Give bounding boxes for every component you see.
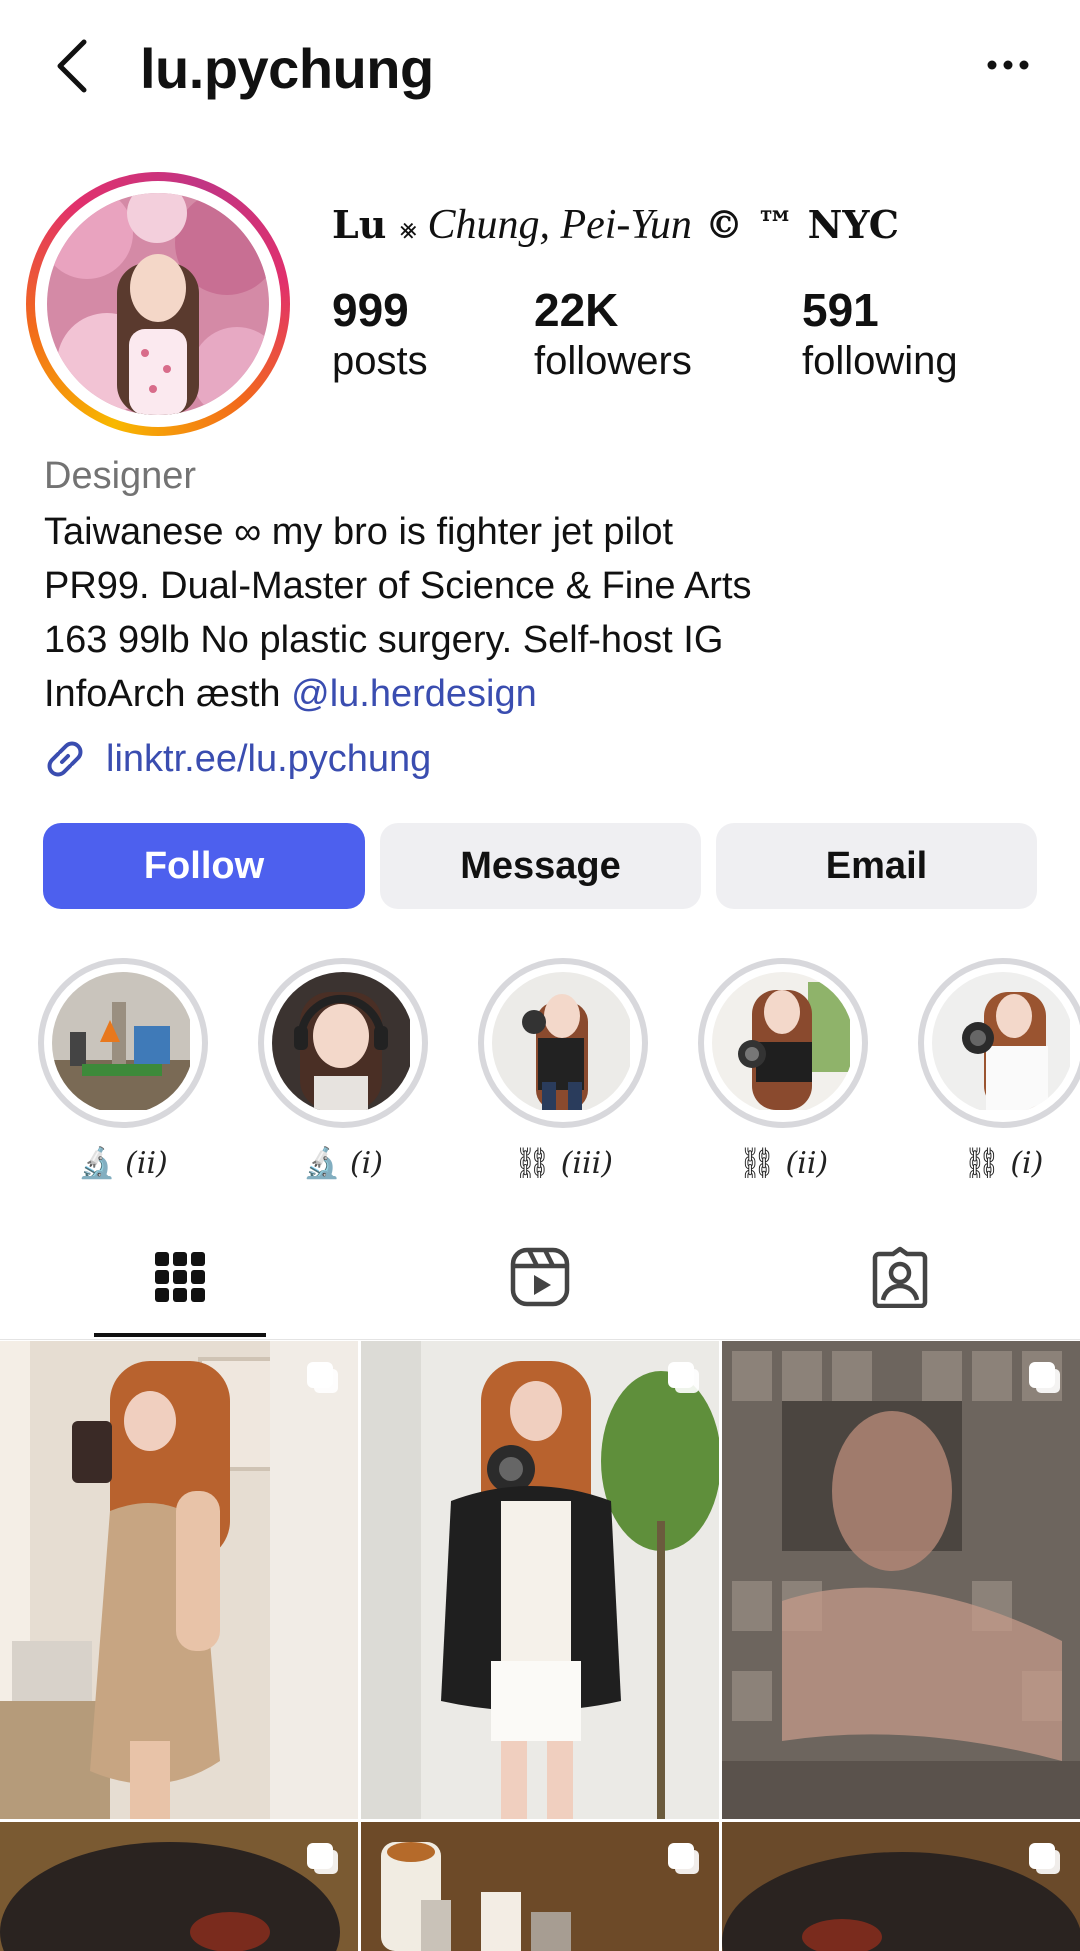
posts-label: posts bbox=[332, 339, 428, 383]
story-highlight[interactable]: 🔬 (i) bbox=[258, 958, 428, 1184]
carousel-icon bbox=[1029, 1362, 1060, 1393]
story-highlight[interactable]: ⛓ (ii) bbox=[698, 958, 868, 1184]
highlight-label: 🔬 (ii) bbox=[38, 1144, 208, 1184]
chains-icon: ⛓ bbox=[513, 1146, 552, 1181]
follow-button[interactable]: Follow bbox=[43, 823, 365, 909]
display-name-part: ⨳ bbox=[399, 212, 417, 245]
posts-count: 999 bbox=[332, 284, 409, 336]
highlight-cover bbox=[52, 972, 194, 1114]
profile-link[interactable]: linktr.ee/lu.pychung bbox=[42, 734, 431, 784]
highlight-label: ⛓ (iii) bbox=[478, 1144, 648, 1184]
more-options-button[interactable] bbox=[986, 50, 1030, 80]
tagged-person-icon bbox=[872, 1246, 928, 1308]
following-count: 591 bbox=[802, 284, 879, 336]
avatar bbox=[47, 193, 269, 415]
chains-icon: ⛓ bbox=[962, 1146, 1001, 1181]
link-icon bbox=[47, 741, 83, 777]
active-tab-indicator bbox=[94, 1333, 266, 1337]
grid-post[interactable] bbox=[361, 1822, 719, 1951]
microscope-icon: 🔬 bbox=[303, 1146, 341, 1181]
bio-line: Taiwanese ∞ my bro is fighter jet pilot bbox=[44, 511, 674, 553]
back-button[interactable] bbox=[52, 36, 92, 96]
followers-count: 22K bbox=[534, 284, 619, 336]
bio-text: InfoArch æsth bbox=[44, 673, 292, 715]
followers-stat[interactable]: 22K followers bbox=[534, 284, 692, 386]
bio-mention-link[interactable]: @lu.herdesign bbox=[291, 673, 537, 715]
bio-line: PR99. Dual-Master of Science & Fine Arts bbox=[44, 565, 752, 607]
carousel-icon bbox=[668, 1362, 699, 1393]
highlight-label: ⛓ (i) bbox=[918, 1144, 1080, 1184]
display-name-part: Chung, Pei-Yun bbox=[416, 202, 692, 248]
highlight-label-text: (i) bbox=[349, 1146, 383, 1181]
profile-bio: Taiwanese ∞ my bro is fighter jet pilot … bbox=[44, 505, 752, 721]
bio-line: 163 99lb No plastic surgery. Self-host I… bbox=[44, 619, 724, 661]
display-name: Lu ⨳ Chung, Pei-Yun © ™ NYC bbox=[332, 202, 899, 252]
carousel-icon bbox=[1029, 1843, 1060, 1874]
tab-reels[interactable] bbox=[450, 1215, 630, 1339]
story-highlight[interactable]: ⛓ (iii) bbox=[478, 958, 648, 1184]
grid-post[interactable] bbox=[361, 1341, 719, 1819]
carousel-icon bbox=[307, 1843, 338, 1874]
display-name-part: Lu bbox=[332, 202, 400, 247]
highlight-label-text: (ii) bbox=[125, 1146, 168, 1181]
carousel-icon bbox=[668, 1843, 699, 1874]
highlight-label: ⛓ (ii) bbox=[698, 1144, 868, 1184]
story-highlight[interactable]: ⛓ (i) bbox=[918, 958, 1080, 1184]
posts-stat: 999 posts bbox=[332, 284, 428, 386]
profile-username: lu.pychung bbox=[140, 37, 434, 100]
highlight-cover bbox=[272, 972, 414, 1114]
tabs-divider bbox=[0, 1339, 1080, 1340]
tab-posts-grid[interactable] bbox=[90, 1215, 270, 1339]
profile-header: lu.pychung bbox=[0, 0, 1080, 140]
grid-post[interactable] bbox=[0, 1822, 358, 1951]
story-ring[interactable] bbox=[26, 172, 290, 436]
grid-icon bbox=[155, 1252, 205, 1302]
story-highlight[interactable]: 🔬 (ii) bbox=[38, 958, 208, 1184]
profile-tabs bbox=[0, 1215, 1080, 1339]
email-button[interactable]: Email bbox=[716, 823, 1037, 909]
followers-label: followers bbox=[534, 339, 692, 383]
profile-category: Designer bbox=[44, 455, 197, 497]
reels-icon bbox=[510, 1247, 570, 1307]
more-horizontal-icon bbox=[987, 60, 1029, 70]
highlight-label-text: (i) bbox=[1010, 1146, 1044, 1181]
tab-tagged[interactable] bbox=[810, 1215, 990, 1339]
link-text: linktr.ee/lu.pychung bbox=[106, 737, 432, 780]
grid-post[interactable] bbox=[722, 1822, 1080, 1951]
highlight-cover bbox=[712, 972, 854, 1114]
display-name-part: © ™ NYC bbox=[691, 202, 900, 247]
highlight-label: 🔬 (i) bbox=[258, 1144, 428, 1184]
carousel-icon bbox=[307, 1362, 338, 1393]
chains-icon: ⛓ bbox=[737, 1146, 776, 1181]
grid-post[interactable] bbox=[0, 1341, 358, 1819]
following-label: following bbox=[802, 339, 958, 383]
following-stat[interactable]: 591 following bbox=[802, 284, 958, 386]
microscope-icon: 🔬 bbox=[78, 1146, 116, 1181]
grid-post[interactable] bbox=[722, 1341, 1080, 1819]
highlight-cover bbox=[492, 972, 634, 1114]
message-button[interactable]: Message bbox=[380, 823, 701, 909]
bio-line: InfoArch æsth @lu.herdesign bbox=[44, 667, 752, 721]
chevron-left-icon bbox=[57, 39, 87, 93]
highlight-label-text: (iii) bbox=[560, 1146, 613, 1181]
highlight-label-text: (ii) bbox=[785, 1146, 829, 1181]
highlight-cover bbox=[932, 972, 1074, 1114]
